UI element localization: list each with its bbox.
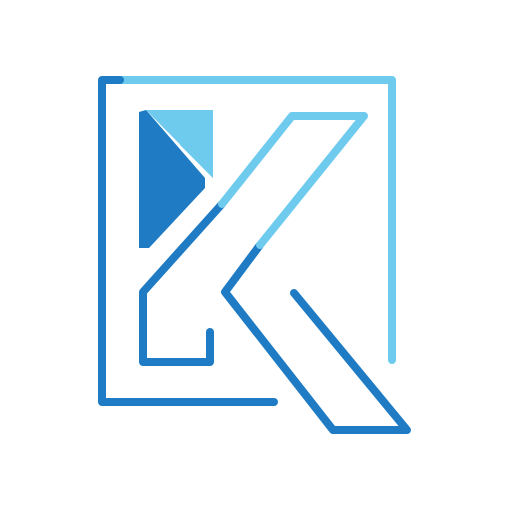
k-upper-outline — [218, 112, 368, 249]
logo-canvas — [0, 0, 512, 512]
k-monogram-logo-icon — [98, 76, 411, 434]
